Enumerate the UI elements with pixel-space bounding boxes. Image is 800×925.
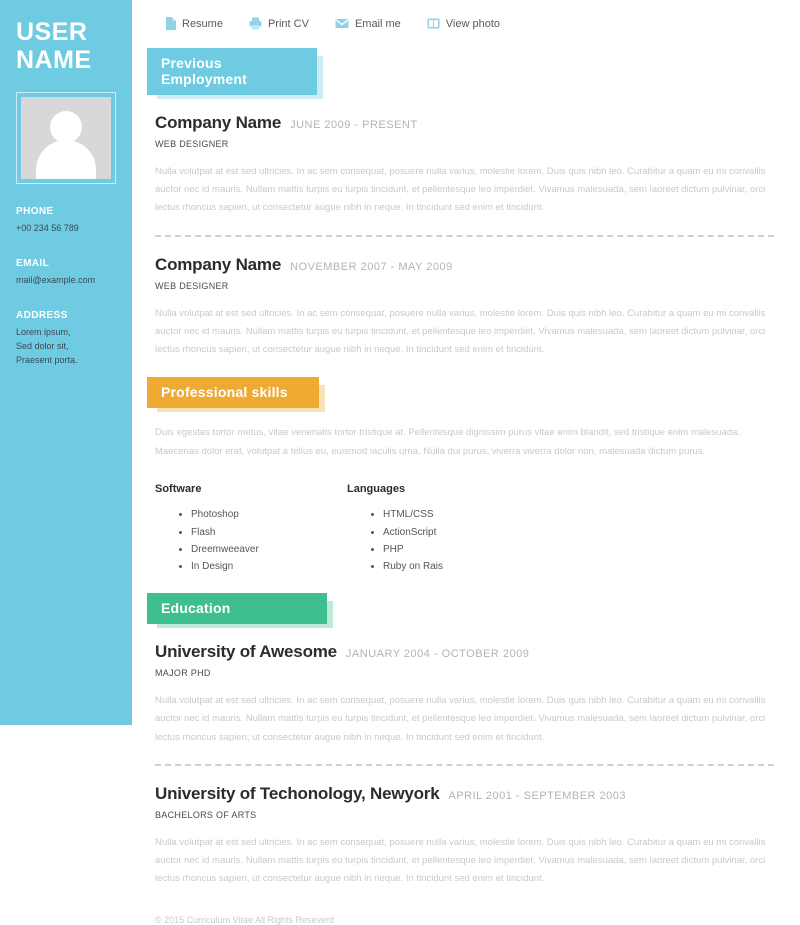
contact-address-label: ADDRESS <box>16 309 68 321</box>
list-item: Ruby on Rais <box>383 558 539 575</box>
avatar-head-icon <box>50 110 82 143</box>
contact-phone-label: PHONE <box>16 206 54 217</box>
main-content: Resume Print CV Email me View photo Prev… <box>132 0 800 925</box>
education-entry-1: University of Awesome JANUARY 2004 - OCT… <box>147 642 782 747</box>
cv-page: USER NAME PHONE +00 234 56 789 EMAIL mai… <box>0 0 800 925</box>
skills-column-software: Software Photoshop Flash Dreemweeaver In… <box>155 483 347 575</box>
toolbar: Resume Print CV Email me View photo <box>147 0 782 30</box>
list-item: Flash <box>191 524 347 541</box>
contact-phone: PHONE +00 234 56 789 <box>16 206 118 236</box>
education-entry-1-title: University of Awesome <box>155 642 337 662</box>
list-item: PHP <box>383 541 539 558</box>
employment-entry-2-date: NOVEMBER 2007 - MAY 2009 <box>290 260 453 273</box>
employment-entry-1-body: Nulla volutpat at est sed ultricies. In … <box>155 166 766 214</box>
user-name-line2: NAME <box>16 46 92 74</box>
footer-copyright: © 2015 Curriculum Vitae All Rights Resev… <box>155 914 335 925</box>
toolbar-item-email-me[interactable]: Email me <box>335 18 401 30</box>
envelope-icon <box>335 18 349 29</box>
contact-email-value[interactable]: mail@example.com <box>16 274 118 288</box>
list-item: ActionScript <box>383 524 539 541</box>
employment-entry-2-body: Nulla volutpat at est sed ultricies. In … <box>155 307 766 356</box>
employment-entry-2: Company Name NOVEMBER 2007 - MAY 2009 WE… <box>147 255 782 360</box>
divider-education <box>155 763 774 766</box>
skills-column-software-title: Software <box>155 483 202 496</box>
education-entry-1-body: Nulla volutpat at est sed ultricies. In … <box>155 695 766 743</box>
avatar <box>21 97 111 179</box>
education-entry-2-title: University of Techonology, Newyork <box>155 783 440 803</box>
skills-column-languages-title: Languages <box>347 483 406 496</box>
education-entry-1-role: MAJOR PHD <box>155 668 211 679</box>
skills-column-languages: Languages HTML/CSS ActionScript PHP Ruby… <box>347 483 539 575</box>
toolbar-label-view-photo: View photo <box>445 17 501 30</box>
contact-email: EMAIL mail@example.com <box>16 258 118 288</box>
employment-entry-1-role: WEB DESIGNER <box>155 139 229 149</box>
employment-entry-2-head: Company Name NOVEMBER 2007 - MAY 2009 <box>155 255 774 275</box>
toolbar-label-print-cv: Print CV <box>267 17 309 30</box>
list-item: In Design <box>191 558 347 575</box>
education-entry-1-date: JANUARY 2004 - OCTOBER 2009 <box>345 648 530 661</box>
contact-address: ADDRESS Lorem ipsum, Sed dolor sit, Prae… <box>16 310 118 368</box>
employment-entry-1-title: Company Name <box>155 113 282 132</box>
divider-employment <box>155 234 774 237</box>
education-entry-2-body: Nulla volutpat at est sed ultricies. In … <box>155 836 766 885</box>
employment-entry-2-role: WEB DESIGNER <box>155 280 229 291</box>
employment-entry-1: Company Name JUNE 2009 - PRESENT WEB DES… <box>147 113 782 218</box>
avatar-body-icon <box>36 139 96 179</box>
section-heading-employment: Previous Employment <box>147 48 317 95</box>
employment-entry-1-head: Company Name JUNE 2009 - PRESENT <box>155 113 774 133</box>
user-name: USER NAME <box>16 18 118 74</box>
toolbar-label-resume: Resume <box>182 17 223 30</box>
contact-email-label: EMAIL <box>16 257 50 269</box>
education-entry-2-head: University of Techonology, Newyork APRIL… <box>155 784 774 804</box>
toolbar-item-view-photo[interactable]: View photo <box>427 18 500 30</box>
sidebar: USER NAME PHONE +00 234 56 789 EMAIL mai… <box>0 0 132 725</box>
profile-photo-frame <box>16 92 116 184</box>
list-item: Photoshop <box>191 506 347 523</box>
skills-columns: Software Photoshop Flash Dreemweeaver In… <box>155 483 782 575</box>
education-entry-1-head: University of Awesome JANUARY 2004 - OCT… <box>155 642 774 662</box>
section-heading-education: Education <box>147 593 327 625</box>
toolbar-item-print-cv[interactable]: Print CV <box>249 17 309 30</box>
contact-phone-value: +00 234 56 789 <box>16 223 79 233</box>
skills-list-languages: HTML/CSS ActionScript PHP Ruby on Rais <box>347 506 539 575</box>
image-icon <box>427 18 440 29</box>
toolbar-label-email-me: Email me <box>354 17 401 30</box>
list-item: Dreemweeaver <box>191 541 347 558</box>
skills-list-software: Photoshop Flash Dreemweeaver In Design <box>155 506 347 575</box>
employment-entry-1-date: JUNE 2009 - PRESENT <box>290 119 418 131</box>
list-item: HTML/CSS <box>383 506 539 523</box>
printer-icon <box>249 17 262 30</box>
section-heading-skills: Professional skills <box>147 377 319 409</box>
education-entry-2: University of Techonology, Newyork APRIL… <box>147 784 782 889</box>
education-entry-2-date: APRIL 2001 - SEPTEMBER 2003 <box>448 789 627 802</box>
employment-entry-2-title: Company Name <box>155 254 282 274</box>
education-entry-2-role: BACHELORS OF ARTS <box>155 809 257 820</box>
contact-address-value: Lorem ipsum, Sed dolor sit, Praesent por… <box>16 326 78 365</box>
document-icon <box>165 17 176 30</box>
skills-intro-text: Duis egestas tortor metus, vitae venenat… <box>155 427 741 457</box>
user-name-line1: USER <box>16 18 88 46</box>
toolbar-item-resume[interactable]: Resume <box>165 17 223 30</box>
